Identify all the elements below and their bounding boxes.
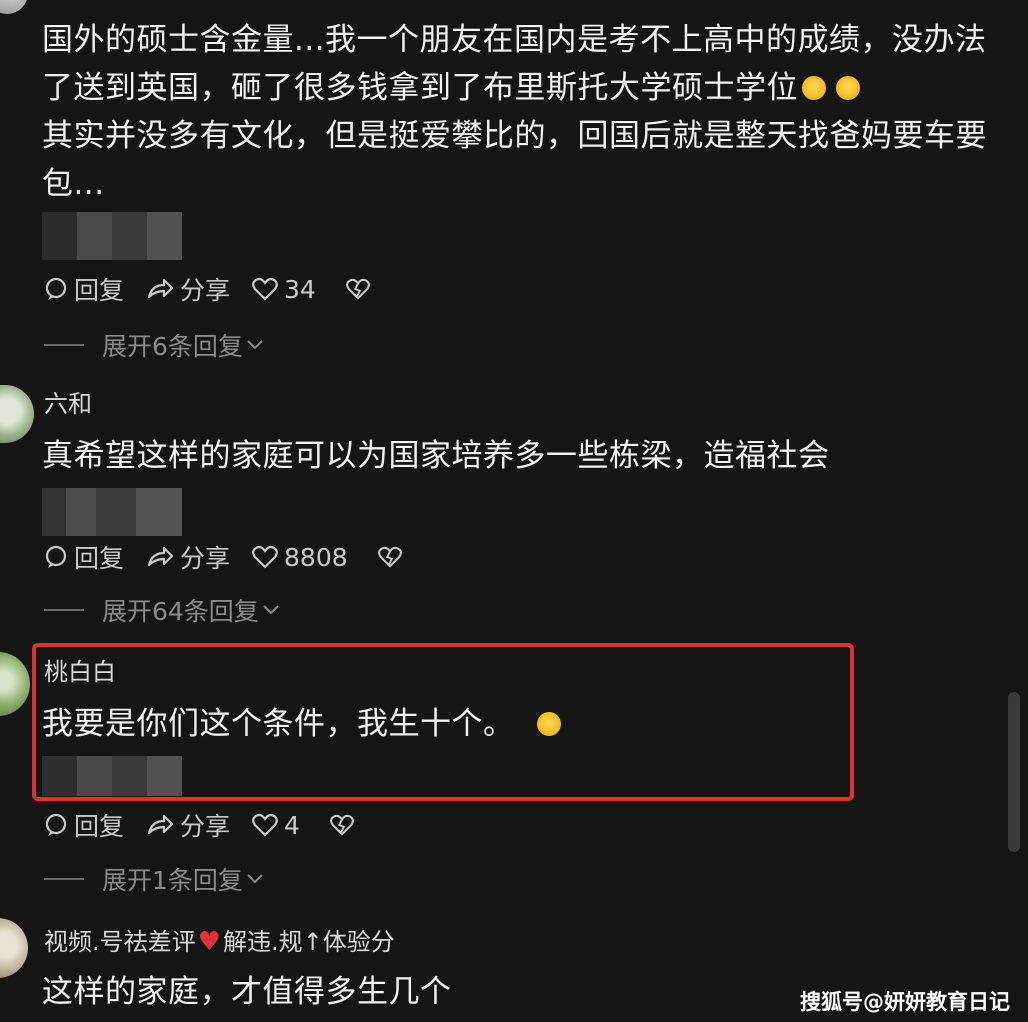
share-label: 分享 bbox=[180, 544, 231, 573]
comment-actions: 回复 分享 4 bbox=[44, 808, 382, 842]
share-button[interactable]: 分享 bbox=[146, 539, 230, 575]
username[interactable]: 视频.号祛差评♥解违.规↑体验分 bbox=[44, 922, 395, 957]
share-arrow-icon bbox=[147, 278, 174, 299]
share-button[interactable]: 分享 bbox=[146, 271, 230, 307]
comment-text: 真希望这样的家庭可以为国家培养多一些栋梁，造福社会 bbox=[42, 438, 830, 474]
up-arrow-icon: ↑ bbox=[302, 928, 323, 956]
dislike-button[interactable] bbox=[377, 545, 408, 569]
username[interactable]: 六和 bbox=[44, 384, 92, 419]
chevron-down-icon bbox=[247, 340, 263, 350]
share-arrow-icon bbox=[147, 546, 174, 567]
username[interactable]: 桃白白 bbox=[44, 652, 116, 687]
comment-text-line: 其实并没多有文化，但是挺爱攀比的，回国后就是整天找爸妈要车要包... bbox=[42, 118, 987, 202]
reply-button[interactable]: 回复 bbox=[44, 807, 124, 843]
dislike-button[interactable] bbox=[345, 277, 376, 301]
expand-replies-button[interactable]: 展开6条回复 bbox=[44, 327, 265, 363]
dislike-heart-icon bbox=[330, 814, 354, 836]
like-button[interactable]: 4 bbox=[252, 811, 300, 840]
like-count: 34 bbox=[284, 274, 316, 304]
share-button[interactable]: 分享 bbox=[146, 807, 230, 843]
heart-icon bbox=[252, 277, 278, 301]
comment-actions: 回复 分享 34 bbox=[44, 272, 398, 306]
heart-icon bbox=[252, 545, 278, 569]
comment-bubble-icon bbox=[45, 545, 67, 568]
avatar[interactable] bbox=[0, 385, 34, 443]
avatar[interactable] bbox=[0, 652, 30, 716]
expand-replies-button[interactable]: 展开1条回复 bbox=[44, 861, 265, 897]
share-label: 分享 bbox=[180, 276, 231, 305]
share-arrow-icon bbox=[147, 814, 174, 835]
dislike-heart-icon bbox=[377, 546, 402, 568]
smile-emoji-icon bbox=[536, 711, 561, 736]
comment-actions: 回复 分享 8808 bbox=[44, 540, 430, 574]
comment-bubble-icon bbox=[45, 813, 67, 836]
reply-label: 回复 bbox=[74, 276, 125, 305]
cat-face-emoji-icon bbox=[802, 75, 826, 100]
blurred-meta bbox=[42, 212, 182, 260]
like-button[interactable]: 8808 bbox=[252, 543, 348, 572]
blurred-meta bbox=[42, 488, 182, 536]
red-heart-icon: ♥ bbox=[197, 927, 221, 957]
username-part: 视频.号祛差评 bbox=[44, 928, 196, 956]
reply-label: 回复 bbox=[74, 544, 125, 573]
expand-replies-button[interactable]: 展开64条回复 bbox=[44, 592, 281, 628]
cat-face-emoji-icon bbox=[836, 75, 860, 100]
reply-button[interactable]: 回复 bbox=[44, 539, 124, 575]
username-part: 解违.规 bbox=[222, 928, 303, 956]
dislike-button[interactable] bbox=[330, 813, 360, 837]
chevron-down-icon bbox=[247, 874, 263, 884]
reply-label: 回复 bbox=[74, 812, 125, 841]
scrollbar[interactable] bbox=[1008, 692, 1020, 852]
chevron-down-icon bbox=[263, 605, 279, 615]
comment-text-line: 我要是你们这个条件，我生十个。 bbox=[42, 706, 515, 742]
blurred-meta bbox=[42, 756, 182, 796]
like-count: 4 bbox=[284, 810, 300, 840]
like-count: 8808 bbox=[284, 542, 348, 572]
watermark: 搜狐号@妍妍教育日记 bbox=[800, 990, 1010, 1014]
avatar[interactable] bbox=[0, 918, 28, 978]
share-label: 分享 bbox=[180, 812, 231, 841]
like-button[interactable]: 34 bbox=[252, 275, 316, 304]
heart-icon bbox=[252, 813, 278, 837]
reply-button[interactable]: 回复 bbox=[44, 271, 124, 307]
avatar[interactable] bbox=[0, 0, 28, 14]
comment-bubble-icon bbox=[45, 277, 67, 300]
comment-text: 我要是你们这个条件，我生十个。 bbox=[42, 700, 992, 748]
dislike-heart-icon bbox=[345, 278, 370, 300]
expand-label: 展开6条回复 bbox=[102, 332, 243, 361]
username-part: 体验分 bbox=[322, 928, 395, 956]
expand-label: 展开64条回复 bbox=[102, 597, 259, 626]
expand-label: 展开1条回复 bbox=[102, 866, 243, 895]
comment-text: 国外的硕士含金量...我一个朋友在国内是考不上高中的成绩，没办法了送到英国，砸了… bbox=[42, 16, 992, 208]
